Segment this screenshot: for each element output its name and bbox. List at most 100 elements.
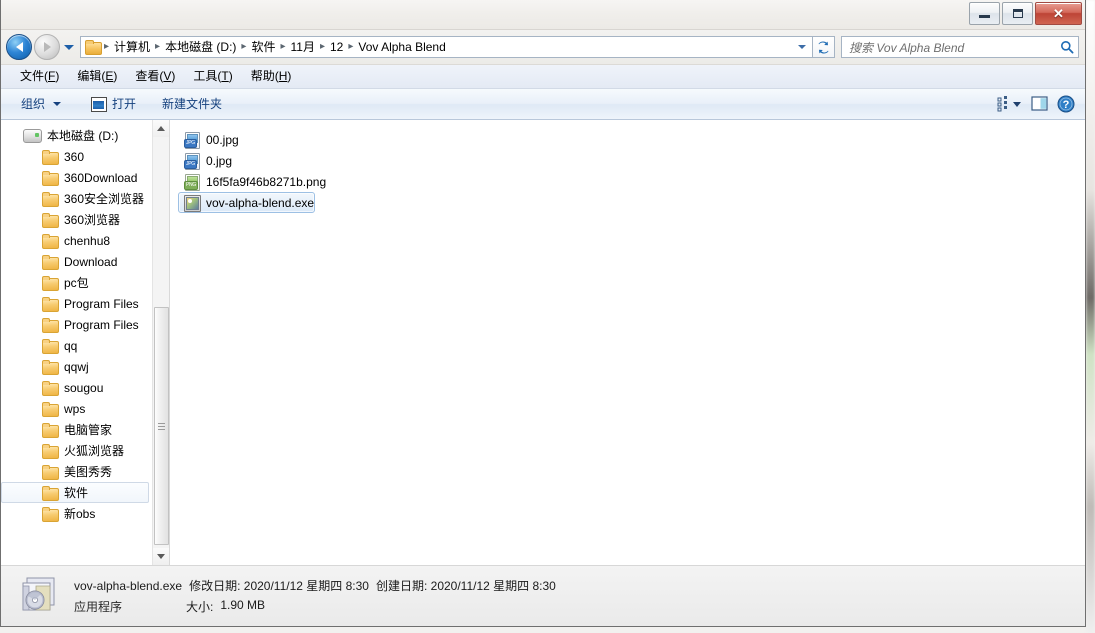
folder-icon bbox=[42, 317, 59, 333]
help-button[interactable]: ? bbox=[1053, 93, 1079, 115]
chevron-down-icon bbox=[64, 44, 74, 50]
tree-item-chenhu8[interactable]: chenhu8 bbox=[1, 230, 153, 251]
open-label: 打开 bbox=[112, 97, 137, 111]
modified-date-label: 修改日期: bbox=[189, 579, 241, 593]
recent-locations-button[interactable] bbox=[62, 35, 76, 59]
tree-item-label: 美图秀秀 bbox=[64, 465, 113, 479]
search-icon[interactable] bbox=[1058, 40, 1076, 54]
breadcrumb-separator-1[interactable]: ▸ bbox=[154, 39, 161, 55]
open-button[interactable]: 打开 bbox=[83, 93, 144, 115]
tree-item-program-files-2[interactable]: Program Files bbox=[1, 314, 153, 335]
tree-item-label: 360 bbox=[64, 149, 85, 164]
breadcrumb-item-4[interactable]: 12 bbox=[326, 38, 347, 56]
tree-item-qq[interactable]: qq bbox=[1, 335, 153, 356]
file-name: 00.jpg bbox=[206, 132, 239, 147]
refresh-button[interactable] bbox=[813, 36, 835, 58]
tree-item-sougou[interactable]: sougou bbox=[1, 377, 153, 398]
refresh-icon bbox=[818, 40, 829, 54]
tree-item-download[interactable]: Download bbox=[1, 251, 153, 272]
new-folder-button[interactable]: 新建文件夹 bbox=[154, 93, 230, 115]
scroll-down-button[interactable] bbox=[153, 548, 169, 565]
tree-item-label: qq bbox=[64, 338, 78, 353]
menu-item-help[interactable]: 帮助(H) bbox=[242, 67, 301, 86]
tree-item-program-files-1[interactable]: Program Files bbox=[1, 293, 153, 314]
list-item[interactable]: 00.jpg bbox=[178, 129, 239, 150]
navigation-pane: 本地磁盘 (D:) 360 360Download 360安全浏览器 360浏览… bbox=[1, 120, 170, 565]
tree-item-qqwj[interactable]: qqwj bbox=[1, 356, 153, 377]
tree-item-new-obs[interactable]: 新obs bbox=[1, 503, 153, 524]
menu-bar: 文件(F) 编辑(E) 查看(V) 工具(T) 帮助(H) bbox=[1, 65, 1085, 89]
file-list[interactable]: 00.jpg 0.jpg 16f5fa9f46b8271b.png vov-al… bbox=[170, 120, 1085, 565]
breadcrumb-item-0[interactable]: 计算机 bbox=[110, 38, 154, 56]
breadcrumb-separator-5[interactable]: ▸ bbox=[347, 39, 354, 55]
address-bar: ▸ 计算机 ▸ 本地磁盘 (D:) ▸ 软件 ▸ 11月 ▸ 12 ▸ Vov … bbox=[1, 30, 1085, 65]
drive-icon bbox=[23, 128, 42, 143]
navigation-pane-scrollbar[interactable] bbox=[152, 120, 169, 565]
tree-item-software[interactable]: 软件 bbox=[1, 482, 149, 503]
chevron-down-icon bbox=[798, 45, 806, 49]
folder-icon bbox=[42, 359, 59, 375]
menu-label-view: 查看( bbox=[135, 69, 164, 83]
breadcrumb-separator-0[interactable]: ▸ bbox=[103, 39, 110, 55]
breadcrumb-bar[interactable]: ▸ 计算机 ▸ 本地磁盘 (D:) ▸ 软件 ▸ 11月 ▸ 12 ▸ Vov … bbox=[80, 36, 813, 58]
png-file-icon bbox=[184, 173, 200, 191]
back-button[interactable] bbox=[6, 34, 32, 60]
scrollbar-grip-icon bbox=[158, 422, 165, 430]
folder-icon bbox=[42, 254, 59, 270]
folder-icon bbox=[42, 296, 59, 312]
address-dropdown-button[interactable] bbox=[794, 37, 810, 57]
breadcrumb-separator-4[interactable]: ▸ bbox=[319, 39, 326, 55]
list-item-selected[interactable]: vov-alpha-blend.exe bbox=[178, 192, 316, 213]
exe-file-icon bbox=[184, 194, 201, 212]
tree-item-label: 360Download bbox=[64, 170, 138, 185]
folder-icon bbox=[42, 380, 59, 396]
folder-icon bbox=[42, 506, 59, 522]
change-view-button[interactable] bbox=[993, 93, 1027, 115]
tree-item-label: chenhu8 bbox=[64, 233, 111, 248]
forward-button[interactable] bbox=[34, 34, 60, 60]
organize-button[interactable]: 组织 bbox=[13, 93, 69, 115]
breadcrumb-item-2[interactable]: 软件 bbox=[247, 38, 279, 56]
maximize-button[interactable] bbox=[1002, 2, 1033, 25]
breadcrumb-item-3[interactable]: 11月 bbox=[286, 38, 318, 56]
help-icon: ? bbox=[1057, 95, 1075, 113]
scroll-up-button[interactable] bbox=[153, 120, 169, 137]
jpg-file-icon bbox=[184, 152, 200, 170]
menu-accesskey-tools: T bbox=[221, 69, 229, 83]
tree-item-360[interactable]: 360 bbox=[1, 146, 153, 167]
tree-item-pcbao[interactable]: pc包 bbox=[1, 272, 153, 293]
menu-item-view[interactable]: 查看(V) bbox=[126, 67, 184, 86]
tree-item-wps[interactable]: wps bbox=[1, 398, 153, 419]
tree-item-firefox-browser[interactable]: 火狐浏览器 bbox=[1, 440, 153, 461]
menu-item-tools[interactable]: 工具(T) bbox=[184, 67, 241, 86]
folder-icon bbox=[85, 40, 102, 55]
maximize-icon bbox=[1012, 9, 1023, 18]
folder-icon bbox=[42, 149, 59, 165]
tree-item-computer-manager[interactable]: 电脑管家 bbox=[1, 419, 153, 440]
tree-item-local-disk-d[interactable]: 本地磁盘 (D:) bbox=[1, 125, 153, 146]
tree-item-360download[interactable]: 360Download bbox=[1, 167, 153, 188]
preview-pane-button[interactable] bbox=[1027, 93, 1053, 115]
file-name: 0.jpg bbox=[206, 153, 233, 168]
organize-label: 组织 bbox=[21, 97, 46, 111]
title-bar: ✕ bbox=[1, 0, 1085, 30]
minimize-button[interactable] bbox=[969, 2, 1000, 25]
list-item[interactable]: 0.jpg bbox=[178, 150, 232, 171]
breadcrumb-item-1[interactable]: 本地磁盘 (D:) bbox=[161, 38, 240, 56]
breadcrumb-separator-3[interactable]: ▸ bbox=[279, 39, 286, 55]
search-box[interactable]: 搜索 Vov Alpha Blend bbox=[841, 36, 1079, 58]
breadcrumb-separator-2[interactable]: ▸ bbox=[240, 39, 247, 55]
preview-pane-icon bbox=[1031, 96, 1048, 111]
menu-item-edit[interactable]: 编辑(E) bbox=[68, 67, 126, 86]
list-item[interactable]: 16f5fa9f46b8271b.png bbox=[178, 171, 326, 192]
menu-item-file[interactable]: 文件(F) bbox=[11, 67, 68, 86]
tree-item-360-safe-browser[interactable]: 360安全浏览器 bbox=[1, 188, 153, 209]
search-input[interactable]: 搜索 Vov Alpha Blend bbox=[849, 39, 1058, 56]
tree-item-360-browser[interactable]: 360浏览器 bbox=[1, 209, 153, 230]
scrollbar-thumb[interactable] bbox=[154, 307, 169, 545]
close-button[interactable]: ✕ bbox=[1035, 2, 1082, 25]
forward-arrow-icon bbox=[43, 42, 51, 52]
breadcrumb-item-5[interactable]: Vov Alpha Blend bbox=[354, 38, 449, 56]
tree-item-meitu[interactable]: 美图秀秀 bbox=[1, 461, 153, 482]
tree-item-label: wps bbox=[64, 401, 86, 416]
